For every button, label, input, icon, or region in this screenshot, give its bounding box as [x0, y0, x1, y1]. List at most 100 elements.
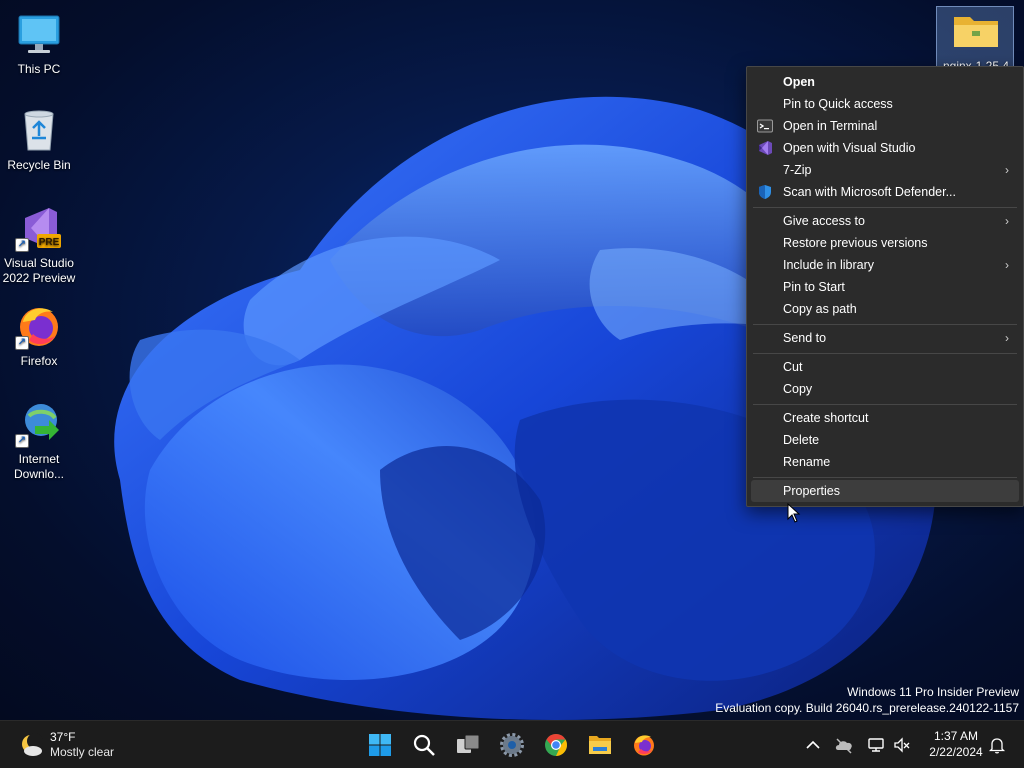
mouse-cursor-icon: [787, 503, 801, 523]
menu-item-pin-quick-access[interactable]: Pin to Quick access: [751, 93, 1019, 115]
this-pc-icon: [15, 10, 63, 58]
menu-item-send-to[interactable]: Send to ›: [751, 327, 1019, 349]
menu-item-label: Rename: [783, 455, 831, 469]
evaluation-watermark: Windows 11 Pro Insider Preview Evaluatio…: [715, 684, 1019, 716]
menu-item-give-access[interactable]: Give access to ›: [751, 210, 1019, 232]
menu-item-label: Pin to Start: [783, 280, 845, 294]
watermark-edition: Windows 11 Pro Insider Preview: [847, 685, 1019, 699]
watermark-build: Evaluation copy. Build 26040.rs_prerelea…: [715, 701, 1019, 715]
desktop-icon-firefox[interactable]: ↗ Firefox: [0, 302, 78, 369]
menu-item-label: Delete: [783, 433, 820, 447]
menu-item-include-library[interactable]: Include in library ›: [751, 254, 1019, 276]
chevron-up-icon[interactable]: [803, 735, 823, 755]
settings-button[interactable]: [496, 729, 528, 761]
internet-download-manager-icon: ↗: [15, 400, 63, 448]
submenu-arrow-icon: ›: [1005, 214, 1009, 228]
moon-cloud-icon: [22, 733, 43, 756]
desktop-icon-this-pc[interactable]: This PC: [0, 10, 78, 77]
menu-item-label: Scan with Microsoft Defender...: [783, 185, 956, 199]
menu-separator: [753, 477, 1017, 478]
clock-time: 1:37 AM: [933, 729, 979, 743]
recycle-bin-icon: [15, 106, 63, 154]
notifications-icon[interactable]: [987, 735, 1007, 755]
menu-item-label: 7-Zip: [783, 163, 812, 177]
folder-icon: [954, 17, 998, 47]
desktop-icon-label: Firefox: [20, 354, 58, 368]
settings-icon: [500, 733, 524, 757]
shortcut-arrow-icon: ↗: [15, 434, 29, 448]
desktop-icon-internet-download-manager[interactable]: ↗ Internet Downlo...: [0, 400, 78, 482]
menu-item-scan-defender[interactable]: Scan with Microsoft Defender...: [751, 181, 1019, 203]
volume-muted-icon[interactable]: [892, 735, 912, 755]
menu-item-label: Properties: [783, 484, 840, 498]
menu-item-label: Open in Terminal: [783, 119, 878, 133]
desktop-icon-label: Internet Downlo...: [13, 452, 65, 481]
task-view-icon: [457, 734, 480, 753]
desktop: This PC Recycle Bin PRE ↗ Visual Studio …: [0, 0, 1024, 720]
file-explorer-icon: [589, 736, 611, 754]
defender-shield-icon: [759, 185, 771, 199]
menu-item-label: Pin to Quick access: [783, 97, 893, 111]
context-menu: Open Pin to Quick access Open in Termina…: [746, 66, 1024, 507]
menu-item-create-shortcut[interactable]: Create shortcut: [751, 407, 1019, 429]
menu-item-copy-as-path[interactable]: Copy as path: [751, 298, 1019, 320]
menu-item-rename[interactable]: Rename: [751, 451, 1019, 473]
menu-item-open-visual-studio[interactable]: Open with Visual Studio: [751, 137, 1019, 159]
menu-item-pin-start[interactable]: Pin to Start: [751, 276, 1019, 298]
menu-item-label: Send to: [783, 331, 827, 345]
shortcut-arrow-icon: ↗: [15, 238, 29, 252]
desktop-icon-visual-studio-preview[interactable]: PRE ↗ Visual Studio 2022 Preview: [0, 204, 78, 286]
menu-item-label: Open: [783, 75, 815, 89]
submenu-arrow-icon: ›: [1005, 331, 1009, 345]
menu-separator: [753, 404, 1017, 405]
menu-item-open-terminal[interactable]: Open in Terminal: [751, 115, 1019, 137]
taskbar: 37°F Mostly clear 1:37 AM 2/22/2024: [0, 720, 1024, 768]
menu-item-label: Cut: [783, 360, 803, 374]
menu-item-open[interactable]: Open: [751, 71, 1019, 93]
menu-item-label: Copy as path: [783, 302, 857, 316]
menu-item-delete[interactable]: Delete: [751, 429, 1019, 451]
submenu-arrow-icon: ›: [1005, 258, 1009, 272]
terminal-icon: [757, 119, 773, 133]
desktop-icon-label: Visual Studio 2022 Preview: [2, 256, 76, 285]
menu-item-label: Give access to: [783, 214, 865, 228]
desktop-icon-recycle-bin[interactable]: Recycle Bin: [0, 106, 78, 173]
shortcut-arrow-icon: ↗: [15, 336, 29, 350]
file-explorer-button[interactable]: [584, 729, 616, 761]
weather-widget[interactable]: 37°F Mostly clear: [14, 729, 134, 761]
menu-item-copy[interactable]: Copy: [751, 378, 1019, 400]
firefox-icon: ↗: [15, 302, 63, 350]
weather-temperature: 37°F: [50, 730, 76, 744]
menu-item-7zip[interactable]: 7-Zip ›: [751, 159, 1019, 181]
submenu-arrow-icon: ›: [1005, 163, 1009, 177]
menu-separator: [753, 353, 1017, 354]
menu-item-label: Create shortcut: [783, 411, 869, 425]
menu-item-properties[interactable]: Properties: [751, 480, 1019, 502]
visual-studio-icon: [759, 141, 772, 155]
menu-item-cut[interactable]: Cut: [751, 356, 1019, 378]
svg-text:PRE: PRE: [39, 237, 60, 248]
desktop-icon-nginx-folder[interactable]: nginx-1.25.4: [936, 6, 1014, 73]
menu-item-label: Restore previous versions: [783, 236, 928, 250]
chrome-button[interactable]: [540, 729, 572, 761]
menu-item-label: Copy: [783, 382, 813, 396]
menu-item-restore-versions[interactable]: Restore previous versions: [751, 232, 1019, 254]
menu-item-label: Include in library: [783, 258, 875, 272]
firefox-icon: [634, 735, 654, 756]
desktop-icon-label: Recycle Bin: [7, 158, 71, 172]
weather-condition: Mostly clear: [50, 745, 115, 759]
visual-studio-preview-icon: PRE ↗: [15, 204, 63, 252]
menu-separator: [753, 324, 1017, 325]
network-icon[interactable]: [866, 735, 886, 755]
menu-item-label: Open with Visual Studio: [783, 141, 916, 155]
start-button[interactable]: [364, 729, 396, 761]
onedrive-icon[interactable]: [834, 735, 854, 755]
firefox-taskbar-button[interactable]: [628, 729, 660, 761]
chrome-icon: [545, 734, 567, 756]
clock-date: 2/22/2024: [929, 745, 983, 759]
task-view-button[interactable]: [452, 729, 484, 761]
clock[interactable]: 1:37 AM 2/22/2024: [920, 728, 992, 760]
start-icon: [369, 734, 391, 756]
search-icon: [413, 734, 435, 756]
search-button[interactable]: [408, 729, 440, 761]
